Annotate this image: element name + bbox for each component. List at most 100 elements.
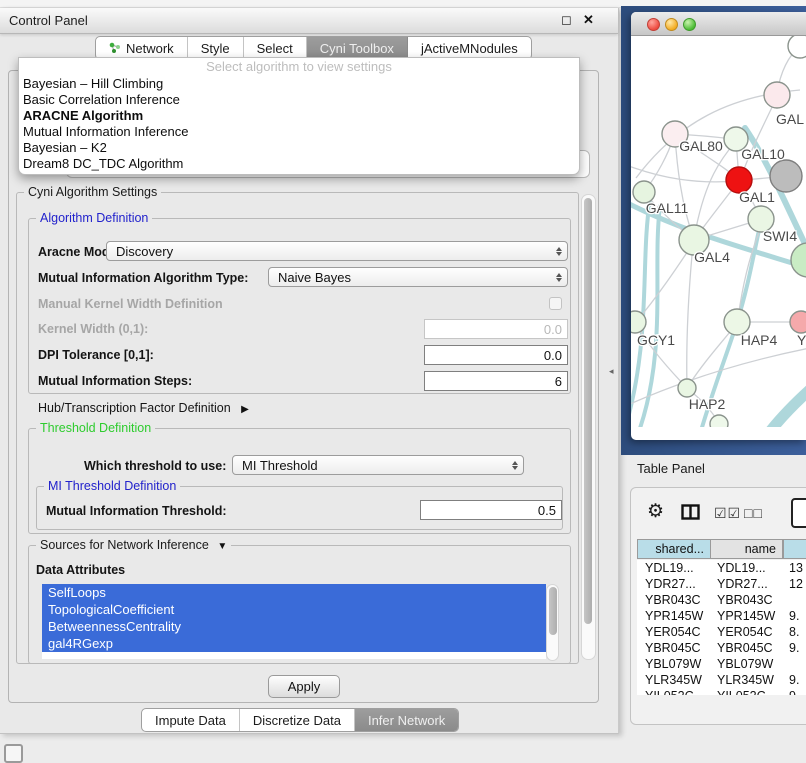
table-cell[interactable]: 9.: [789, 640, 799, 656]
table-row[interactable]: YIL052C YIL052C 9: [637, 688, 806, 695]
tab-network[interactable]: Network: [96, 37, 188, 59]
network-graph[interactable]: GALGAL80GAL10GAL1GAL11SWI4GAL4GCY1HAP4YH…: [631, 36, 806, 427]
aracne-mode-combobox[interactable]: Discovery: [106, 241, 568, 261]
kernel-width-input[interactable]: [424, 319, 568, 339]
attribute-list-item[interactable]: SelfLoops: [42, 584, 546, 601]
dropdown-item[interactable]: Dream8 DC_TDC Algorithm: [19, 156, 579, 172]
dropdown-item[interactable]: Mutual Information Inference: [19, 124, 579, 140]
gear-icon[interactable]: ⚙: [647, 501, 664, 523]
table-cell[interactable]: 9.: [789, 608, 799, 624]
manual-kernel-checkbox[interactable]: [549, 297, 562, 310]
dropdown-item[interactable]: Bayesian – Hill Climbing: [19, 76, 579, 92]
table-row[interactable]: YPR145W YPR145W 9.: [637, 608, 806, 624]
show-columns-icon[interactable]: ☑☑: [714, 505, 741, 522]
table-header-cell[interactable]: shared...: [637, 539, 711, 559]
which-threshold-combobox[interactable]: MI Threshold: [232, 455, 524, 475]
table-cell[interactable]: YDL19...: [717, 560, 766, 576]
docked-panel-icon[interactable]: [4, 744, 23, 763]
network-node-swi4[interactable]: [791, 243, 806, 277]
attribute-list-item[interactable]: gal4RGexp: [42, 635, 546, 652]
mi-type-combobox[interactable]: Naive Bayes: [268, 267, 568, 287]
network-node[interactable]: [710, 415, 728, 427]
network-node[interactable]: [788, 36, 806, 58]
table-cell[interactable]: YBL079W: [717, 656, 773, 672]
attributes-list-scrollbar[interactable]: [546, 584, 559, 661]
network-node-gal[interactable]: [764, 82, 790, 108]
expand-arrow-icon[interactable]: ▶: [241, 404, 249, 415]
float-window-icon[interactable]: ◻: [561, 12, 572, 28]
tab-cyni-toolbox[interactable]: Cyni Toolbox: [307, 37, 408, 59]
tab-style[interactable]: Style: [188, 37, 244, 59]
tab-impute-data[interactable]: Impute Data: [142, 709, 240, 731]
settings-vertical-scrollbar[interactable]: [581, 194, 596, 660]
table-row[interactable]: YBR043C YBR043C: [637, 592, 806, 608]
table-cell[interactable]: YER054C: [645, 624, 701, 640]
attribute-list-item[interactable]: TopologicalCoefficient: [42, 601, 546, 618]
dropdown-item[interactable]: ARACNE Algorithm: [19, 108, 579, 124]
table-row[interactable]: YER054C YER054C 8.: [637, 624, 806, 640]
table-cell[interactable]: YBR043C: [717, 592, 773, 608]
table-cell[interactable]: 9.: [789, 672, 799, 688]
attributes-scrollbar-thumb[interactable]: [549, 587, 557, 635]
table-row[interactable]: YBR045C YBR045C 9.: [637, 640, 806, 656]
mi-steps-input[interactable]: [424, 371, 568, 391]
settings-scrollbar-thumb[interactable]: [584, 198, 592, 624]
table-cell[interactable]: YLR345W: [645, 672, 702, 688]
dropdown-item[interactable]: Bayesian – K2: [19, 140, 579, 156]
table-row[interactable]: YBL079W YBL079W: [637, 656, 806, 672]
splitpane-collapse-icon[interactable]: ◂: [609, 366, 614, 377]
data-attributes-list[interactable]: SelfLoopsTopologicalCoefficientBetweenne…: [42, 584, 546, 659]
tab-infer-network[interactable]: Infer Network: [355, 709, 458, 731]
table-cell[interactable]: 8.: [789, 624, 799, 640]
apply-button[interactable]: Apply: [268, 675, 340, 698]
table-body[interactable]: YDL19...YDL19...13YDR27...YDR27...12YBR0…: [637, 560, 806, 695]
tab-discretize-data[interactable]: Discretize Data: [240, 709, 355, 731]
network-view-window[interactable]: GALGAL80GAL10GAL1GAL11SWI4GAL4GCY1HAP4YH…: [631, 12, 806, 440]
table-cell[interactable]: 12: [789, 576, 803, 592]
hide-columns-icon[interactable]: □□: [744, 505, 763, 521]
network-node-hap2[interactable]: [678, 379, 696, 397]
mac-zoom-button[interactable]: [683, 18, 696, 31]
table-cell[interactable]: YER054C: [717, 624, 773, 640]
table-cell[interactable]: YPR145W: [717, 608, 775, 624]
network-node-gcy1[interactable]: [631, 311, 646, 333]
tab-select[interactable]: Select: [244, 37, 307, 59]
table-cell[interactable]: YBL079W: [645, 656, 701, 672]
table-cell[interactable]: YPR145W: [645, 608, 703, 624]
function-builder-icon[interactable]: [791, 498, 806, 528]
table-header-cell[interactable]: name: [711, 539, 783, 559]
tab-jactivemnodules[interactable]: jActiveMNodules: [408, 37, 531, 59]
network-node[interactable]: [770, 160, 802, 192]
table-cell[interactable]: 9: [789, 688, 796, 695]
column-layout-icon[interactable]: [681, 504, 700, 525]
dropdown-item[interactable]: Basic Correlation Inference: [19, 92, 579, 108]
table-header-cell[interactable]: [783, 539, 806, 559]
network-canvas[interactable]: GALGAL80GAL10GAL1GAL11SWI4GAL4GCY1HAP4YH…: [631, 36, 806, 427]
collapse-arrow-icon[interactable]: ▼: [217, 541, 227, 552]
table-cell[interactable]: YDR27...: [717, 576, 768, 592]
close-window-icon[interactable]: ✕: [583, 12, 594, 28]
network-edge[interactable]: [631, 160, 737, 182]
attribute-list-item[interactable]: BetweennessCentrality: [42, 618, 546, 635]
mi-threshold-input[interactable]: [420, 500, 562, 520]
table-row[interactable]: YDR27... YDR27... 12: [637, 576, 806, 592]
network-edge[interactable]: [768, 386, 806, 427]
table-row[interactable]: YLR345W YLR345W 9.: [637, 672, 806, 688]
table-cell[interactable]: YDR27...: [645, 576, 696, 592]
table-cell[interactable]: YIL052C: [717, 688, 766, 695]
dpi-tolerance-input[interactable]: [424, 345, 568, 365]
hub-definition-label[interactable]: Hub/Transcription Factor Definition ▶: [38, 401, 249, 415]
table-cell[interactable]: YBR043C: [645, 592, 701, 608]
table-cell[interactable]: YLR345W: [717, 672, 774, 688]
table-cell[interactable]: YBR045C: [645, 640, 701, 656]
table-cell[interactable]: YIL052C: [645, 688, 694, 695]
table-cell[interactable]: YDL19...: [645, 560, 694, 576]
mac-close-button[interactable]: [647, 18, 660, 31]
mac-minimize-button[interactable]: [665, 18, 678, 31]
table-cell[interactable]: YBR045C: [717, 640, 773, 656]
table-cell[interactable]: 13: [789, 560, 803, 576]
table-row[interactable]: YDL19... YDL19... 13: [637, 560, 806, 576]
network-node-y[interactable]: [790, 311, 806, 333]
network-window-titlebar[interactable]: [631, 12, 806, 36]
network-edge[interactable]: [687, 255, 692, 388]
